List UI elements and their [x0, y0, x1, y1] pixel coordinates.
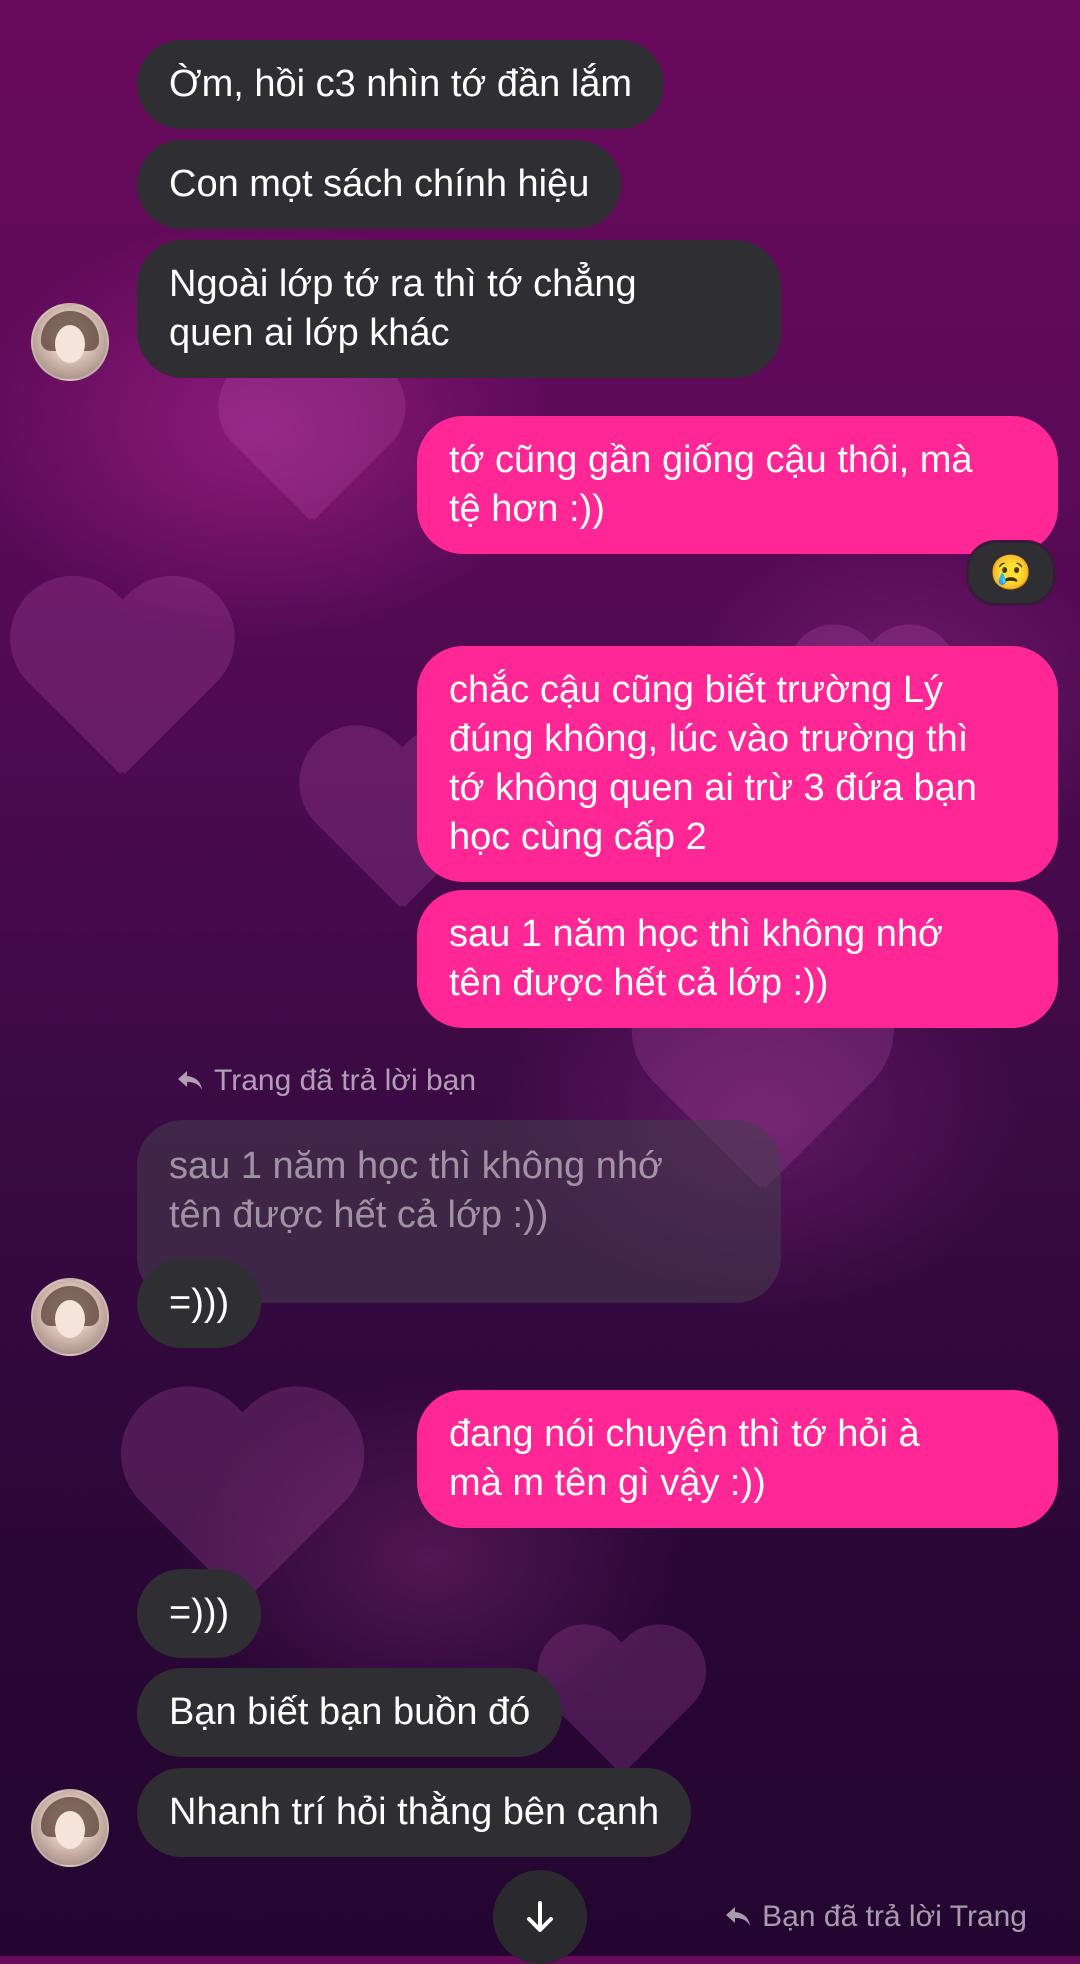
- reaction-crying-face-icon[interactable]: 😢: [966, 540, 1056, 606]
- message-bubble-incoming[interactable]: Con mọt sách chính hiệu: [137, 140, 622, 229]
- avatar-face: [55, 325, 85, 363]
- crying-face-emoji: 😢: [989, 554, 1033, 592]
- arrow-down-icon: [527, 1901, 553, 1932]
- message-bubble-incoming[interactable]: Ờm, hồi c3 nhìn tớ đần lắm: [137, 40, 665, 129]
- background-heart: [0, 582, 240, 798]
- message-bubble-incoming[interactable]: =))): [137, 1569, 262, 1658]
- message-bubble-incoming[interactable]: Bạn biết bạn buồn đó: [137, 1668, 563, 1757]
- reply-arrow-icon: [178, 1071, 202, 1090]
- message-bubble-outgoing[interactable]: đang nói chuyện thì tớ hỏi à mà m tên gì…: [417, 1390, 1058, 1528]
- avatar-face: [55, 1300, 85, 1338]
- reply-label-text: Bạn đã trả lời Trang: [762, 1900, 1027, 1933]
- message-bubble-outgoing[interactable]: tớ cũng gần giống cậu thôi, mà tệ hơn :)…: [417, 416, 1058, 554]
- reply-indicator: Trang đã trả lời bạn: [176, 1064, 476, 1098]
- contact-avatar[interactable]: [31, 303, 109, 381]
- reply-indicator: Bạn đã trả lời Trang: [724, 1900, 1027, 1934]
- background-heart: [210, 360, 410, 540]
- contact-avatar[interactable]: [31, 1278, 109, 1356]
- contact-avatar[interactable]: [31, 1789, 109, 1867]
- reply-label-text: Trang đã trả lời bạn: [214, 1064, 477, 1097]
- message-bubble-outgoing[interactable]: sau 1 năm học thì không nhớ tên được hết…: [417, 890, 1058, 1028]
- scroll-to-bottom-button[interactable]: [493, 1870, 587, 1964]
- message-bubble-outgoing[interactable]: chắc cậu cũng biết trường Lý đúng không,…: [417, 646, 1058, 882]
- message-bubble-incoming[interactable]: =))): [137, 1259, 262, 1348]
- message-bubble-incoming[interactable]: Nhanh trí hỏi thằng bên cạnh: [137, 1768, 692, 1857]
- message-bubble-incoming[interactable]: Ngoài lớp tớ ra thì tớ chẳng quen ai lớp…: [137, 240, 781, 378]
- reply-arrow-icon: [726, 1907, 751, 1926]
- avatar-face: [55, 1811, 85, 1849]
